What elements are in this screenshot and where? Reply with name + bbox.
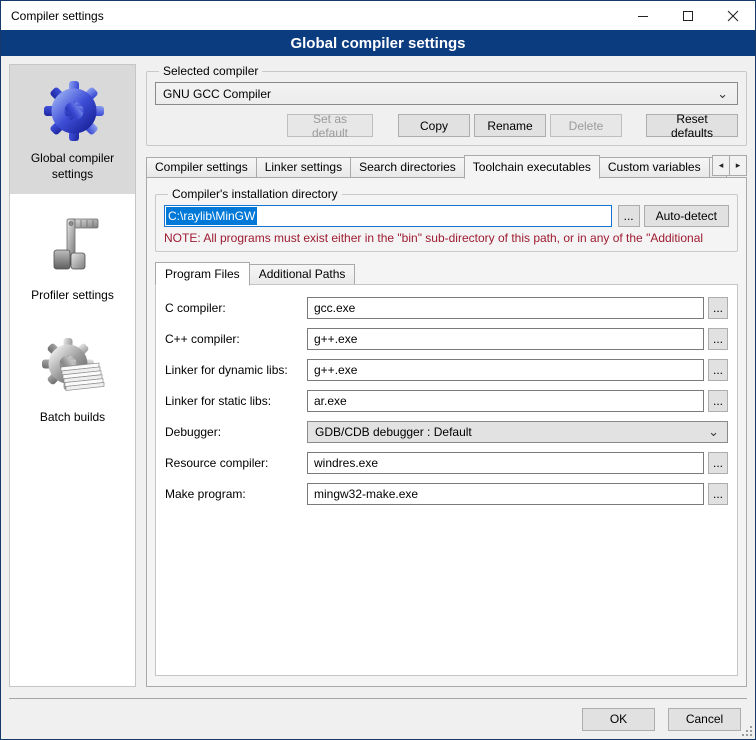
- subtab-program-files[interactable]: Program Files: [155, 262, 250, 286]
- sidebar-item-batch-builds[interactable]: Batch builds: [10, 324, 135, 438]
- page-title: Global compiler settings: [290, 35, 465, 52]
- combobox-value: GNU GCC Compiler: [163, 87, 271, 101]
- rename-button[interactable]: Rename: [474, 114, 546, 137]
- auto-detect-button[interactable]: Auto-detect: [644, 205, 729, 227]
- program-files-panel: C compiler: gcc.exe ... C++ compiler: g+…: [155, 284, 738, 676]
- cpp-compiler-browse-button[interactable]: ...: [708, 328, 728, 350]
- field-label: Resource compiler:: [165, 456, 307, 470]
- delete-button[interactable]: Delete: [550, 114, 622, 137]
- field-row-debugger: Debugger: GDB/CDB debugger : Default ⌄: [165, 421, 728, 443]
- close-icon: [727, 10, 739, 22]
- dynamic-linker-browse-button[interactable]: ...: [708, 359, 728, 381]
- sidebar-item-label: Global compiler settings: [13, 151, 132, 182]
- compiler-buttons-row: Set as default Copy Rename Delete Reset …: [155, 114, 738, 137]
- maximize-button[interactable]: [665, 1, 710, 30]
- c-compiler-browse-button[interactable]: ...: [708, 297, 728, 319]
- tab-scroll-buttons: ◂ ▸: [713, 155, 747, 176]
- cpp-compiler-input[interactable]: g++.exe: [307, 328, 704, 350]
- static-linker-browse-button[interactable]: ...: [708, 390, 728, 412]
- c-compiler-input[interactable]: gcc.exe: [307, 297, 704, 319]
- window-title: Compiler settings: [1, 9, 620, 23]
- dialog-header: Global compiler settings: [1, 30, 755, 56]
- sidebar: Global compiler settings: [9, 64, 136, 687]
- field-label: C compiler:: [165, 301, 307, 315]
- make-program-input[interactable]: mingw32-make.exe: [307, 483, 704, 505]
- subtab-bar: Program Files Additional Paths: [155, 262, 738, 285]
- debugger-select-value: GDB/CDB debugger : Default: [315, 425, 472, 439]
- main-panel: Selected compiler GNU GCC Compiler ⌄ Set…: [146, 64, 747, 687]
- minimize-button[interactable]: [620, 1, 665, 30]
- sidebar-item-label: Profiler settings: [31, 288, 114, 304]
- install-dir-browse-button[interactable]: ...: [618, 205, 640, 227]
- compiler-combobox[interactable]: GNU GCC Compiler ⌄: [155, 82, 738, 105]
- titlebar: Compiler settings: [1, 1, 755, 30]
- subtab-additional-paths[interactable]: Additional Paths: [249, 264, 356, 285]
- maximize-icon: [682, 10, 694, 22]
- field-row-cpp-compiler: C++ compiler: g++.exe ...: [165, 328, 728, 350]
- make-program-browse-button[interactable]: ...: [708, 483, 728, 505]
- gear-blue-icon: [41, 78, 105, 142]
- note-text: NOTE: All programs must exist either in …: [164, 231, 729, 245]
- close-button[interactable]: [710, 1, 755, 30]
- tab-compiler-settings[interactable]: Compiler settings: [146, 157, 257, 178]
- tab-toolchain-executables[interactable]: Toolchain executables: [464, 155, 600, 179]
- sidebar-item-label: Batch builds: [40, 410, 105, 426]
- resize-grip[interactable]: [740, 724, 753, 737]
- cancel-button[interactable]: Cancel: [668, 708, 741, 731]
- static-linker-input[interactable]: ar.exe: [307, 390, 704, 412]
- caliper-icon: [41, 215, 105, 279]
- group-title: Selected compiler: [159, 64, 262, 78]
- sidebar-item-global-compiler-settings[interactable]: Global compiler settings: [10, 65, 135, 194]
- field-row-resource-compiler: Resource compiler: windres.exe ...: [165, 452, 728, 474]
- install-dir-row: C:\raylib\MinGW ... Auto-detect: [164, 205, 729, 227]
- selected-text: C:\raylib\MinGW: [166, 207, 257, 225]
- selected-compiler-group: Selected compiler GNU GCC Compiler ⌄ Set…: [146, 64, 747, 146]
- dynamic-linker-input[interactable]: g++.exe: [307, 359, 704, 381]
- field-row-static-linker: Linker for static libs: ar.exe ...: [165, 390, 728, 412]
- tab-scroll-left-icon: ◂: [719, 160, 724, 171]
- tab-scroll-right-button[interactable]: ▸: [729, 155, 747, 176]
- field-label: Linker for dynamic libs:: [165, 363, 307, 377]
- tab-search-directories[interactable]: Search directories: [350, 157, 465, 178]
- field-label: Debugger:: [165, 425, 307, 439]
- ok-button[interactable]: OK: [582, 708, 655, 731]
- field-label: Linker for static libs:: [165, 394, 307, 408]
- sidebar-item-profiler-settings[interactable]: Profiler settings: [10, 202, 135, 316]
- reset-defaults-button[interactable]: Reset defaults: [646, 114, 738, 137]
- gear-stack-icon: [41, 337, 105, 401]
- minimize-icon: [637, 10, 649, 22]
- group-title: Compiler's installation directory: [168, 187, 342, 201]
- field-row-dynamic-linker: Linker for dynamic libs: g++.exe ...: [165, 359, 728, 381]
- tab-scroll-right-icon: ▸: [736, 160, 741, 171]
- toolchain-executables-page: Compiler's installation directory C:\ray…: [146, 177, 747, 687]
- set-as-default-button[interactable]: Set as default: [287, 114, 373, 137]
- field-label: Make program:: [165, 487, 307, 501]
- field-row-c-compiler: C compiler: gcc.exe ...: [165, 297, 728, 319]
- field-row-make-program: Make program: mingw32-make.exe ...: [165, 483, 728, 505]
- copy-button[interactable]: Copy: [398, 114, 470, 137]
- tab-bar: Compiler settings Linker settings Search…: [146, 155, 747, 178]
- tab-linker-settings[interactable]: Linker settings: [256, 157, 351, 178]
- install-dir-input[interactable]: C:\raylib\MinGW: [164, 205, 612, 227]
- field-label: C++ compiler:: [165, 332, 307, 346]
- install-dir-group: Compiler's installation directory C:\ray…: [155, 187, 738, 252]
- dialog-content: Global compiler settings: [1, 56, 755, 687]
- footer: OK Cancel: [1, 699, 755, 739]
- tab-scroll-left-button[interactable]: ◂: [712, 155, 730, 176]
- tab-custom-variables[interactable]: Custom variables: [599, 157, 710, 178]
- compiler-settings-dialog: Compiler settings Global compiler settin…: [0, 0, 756, 740]
- resource-compiler-input[interactable]: windres.exe: [307, 452, 704, 474]
- debugger-select[interactable]: GDB/CDB debugger : Default ⌄: [307, 421, 728, 443]
- resource-compiler-browse-button[interactable]: ...: [708, 452, 728, 474]
